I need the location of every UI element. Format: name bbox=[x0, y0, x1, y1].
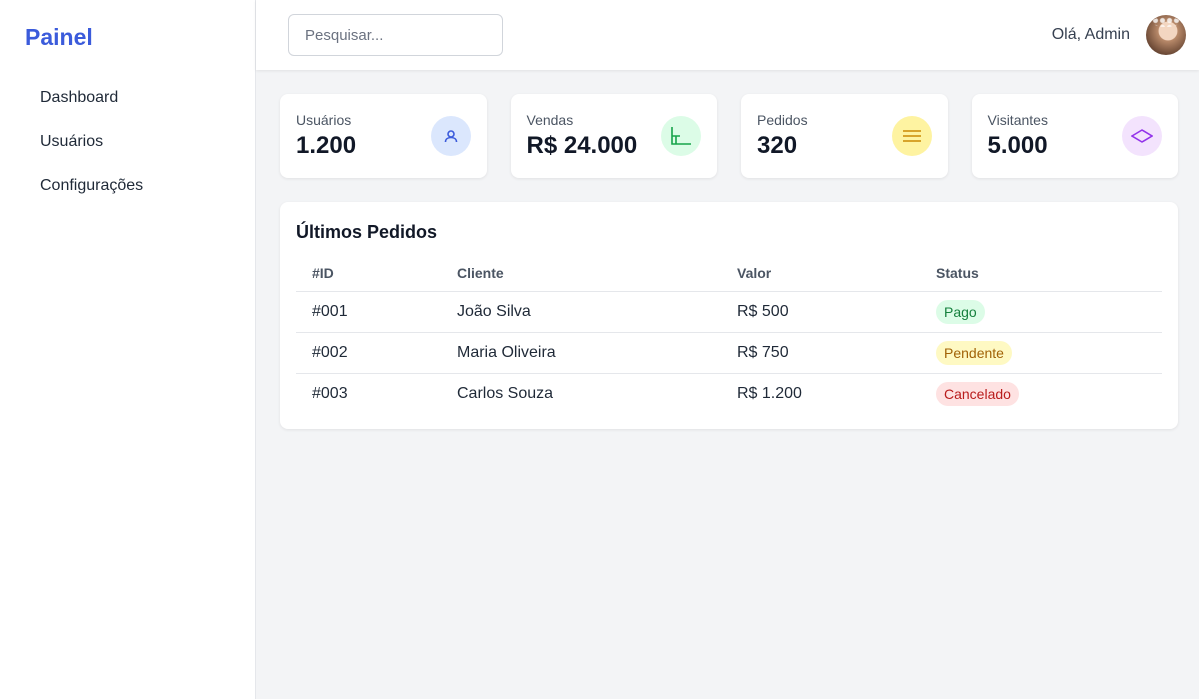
table-header-row: #ID Cliente Valor Status bbox=[296, 265, 1162, 292]
orders-table: #ID Cliente Valor Status #001 João Silva… bbox=[296, 265, 1162, 415]
stat-label: Visitantes bbox=[987, 112, 1048, 128]
stat-value: 320 bbox=[757, 132, 798, 159]
stat-value: 1.200 bbox=[296, 132, 357, 159]
stat-label: Vendas bbox=[526, 112, 574, 128]
order-client: João Silva bbox=[441, 291, 721, 333]
order-id: #003 bbox=[312, 385, 348, 403]
order-id: #002 bbox=[296, 332, 441, 374]
stat-card-pedidos: Pedidos 320 bbox=[741, 94, 948, 178]
order-value: R$ 500 bbox=[721, 291, 920, 333]
sidebar-nav: Dashboard Usuários Configurações bbox=[0, 76, 255, 208]
order-client: Maria Oliveira bbox=[441, 332, 721, 374]
order-client: Carlos Souza bbox=[457, 385, 554, 403]
stat-card-usuarios: Usuários 1.200 bbox=[280, 94, 487, 178]
order-value: R$ 1.200 bbox=[737, 385, 802, 403]
col-cliente: Cliente bbox=[441, 265, 721, 292]
orders-panel: Últimos Pedidos #ID Cliente Valor Status… bbox=[280, 202, 1178, 429]
user-greeting: Olá, Admin bbox=[1051, 26, 1130, 43]
topbar: Olá, Admin bbox=[256, 0, 1199, 70]
user-menu[interactable]: Olá, Admin bbox=[1052, 15, 1186, 55]
eye-icon bbox=[1122, 116, 1162, 156]
main-area: Olá, Admin Usuários 1.200 Vendas bbox=[256, 0, 1199, 699]
table-row[interactable]: #003 Carlos Souza R$ 1.200 Cancelado bbox=[296, 374, 1162, 415]
avatar[interactable] bbox=[1146, 15, 1186, 55]
chart-icon bbox=[661, 116, 701, 156]
col-valor: Valor bbox=[721, 265, 920, 292]
brand-logo[interactable]: Painel bbox=[0, 0, 255, 76]
order-value: R$ 750 bbox=[721, 332, 920, 374]
orders-title: Últimos Pedidos bbox=[296, 222, 438, 242]
stat-card-visitantes: Visitantes 5.000 bbox=[971, 94, 1178, 178]
search-input[interactable] bbox=[288, 14, 503, 56]
status-badge: Cancelado bbox=[936, 382, 1019, 407]
status-badge: Pago bbox=[936, 300, 985, 324]
sidebar-item-configuracoes[interactable]: Configurações bbox=[0, 164, 255, 208]
col-id: #ID bbox=[296, 265, 441, 292]
content: Usuários 1.200 Vendas R$ 24.000 Pedidos … bbox=[256, 70, 1199, 429]
stat-value: R$ 24.000 bbox=[526, 132, 638, 159]
list-icon bbox=[891, 116, 932, 156]
stat-label: Usuários bbox=[296, 112, 352, 128]
stat-card-vendas: Vendas R$ 24.000 bbox=[510, 94, 717, 178]
sidebar-item-usuarios[interactable]: Usuários bbox=[0, 120, 255, 164]
sidebar-item-dashboard[interactable]: Dashboard bbox=[0, 76, 255, 120]
user-icon bbox=[430, 116, 471, 156]
stat-value: 5.000 bbox=[987, 132, 1048, 159]
sidebar: Painel Dashboard Usuários Configurações bbox=[0, 0, 256, 699]
col-status: Status bbox=[920, 265, 1162, 292]
stats-cards: Usuários 1.200 Vendas R$ 24.000 Pedidos … bbox=[280, 94, 1178, 178]
status-badge: Pendente bbox=[936, 341, 1012, 365]
table-row[interactable]: #001 João Silva R$ 500 Pago bbox=[296, 291, 1162, 333]
order-id: #001 bbox=[296, 291, 441, 333]
app: Painel Dashboard Usuários Configurações … bbox=[0, 0, 1199, 699]
stat-label: Pedidos bbox=[757, 112, 808, 128]
table-row[interactable]: #002 Maria Oliveira R$ 750 Pendente bbox=[296, 332, 1162, 374]
